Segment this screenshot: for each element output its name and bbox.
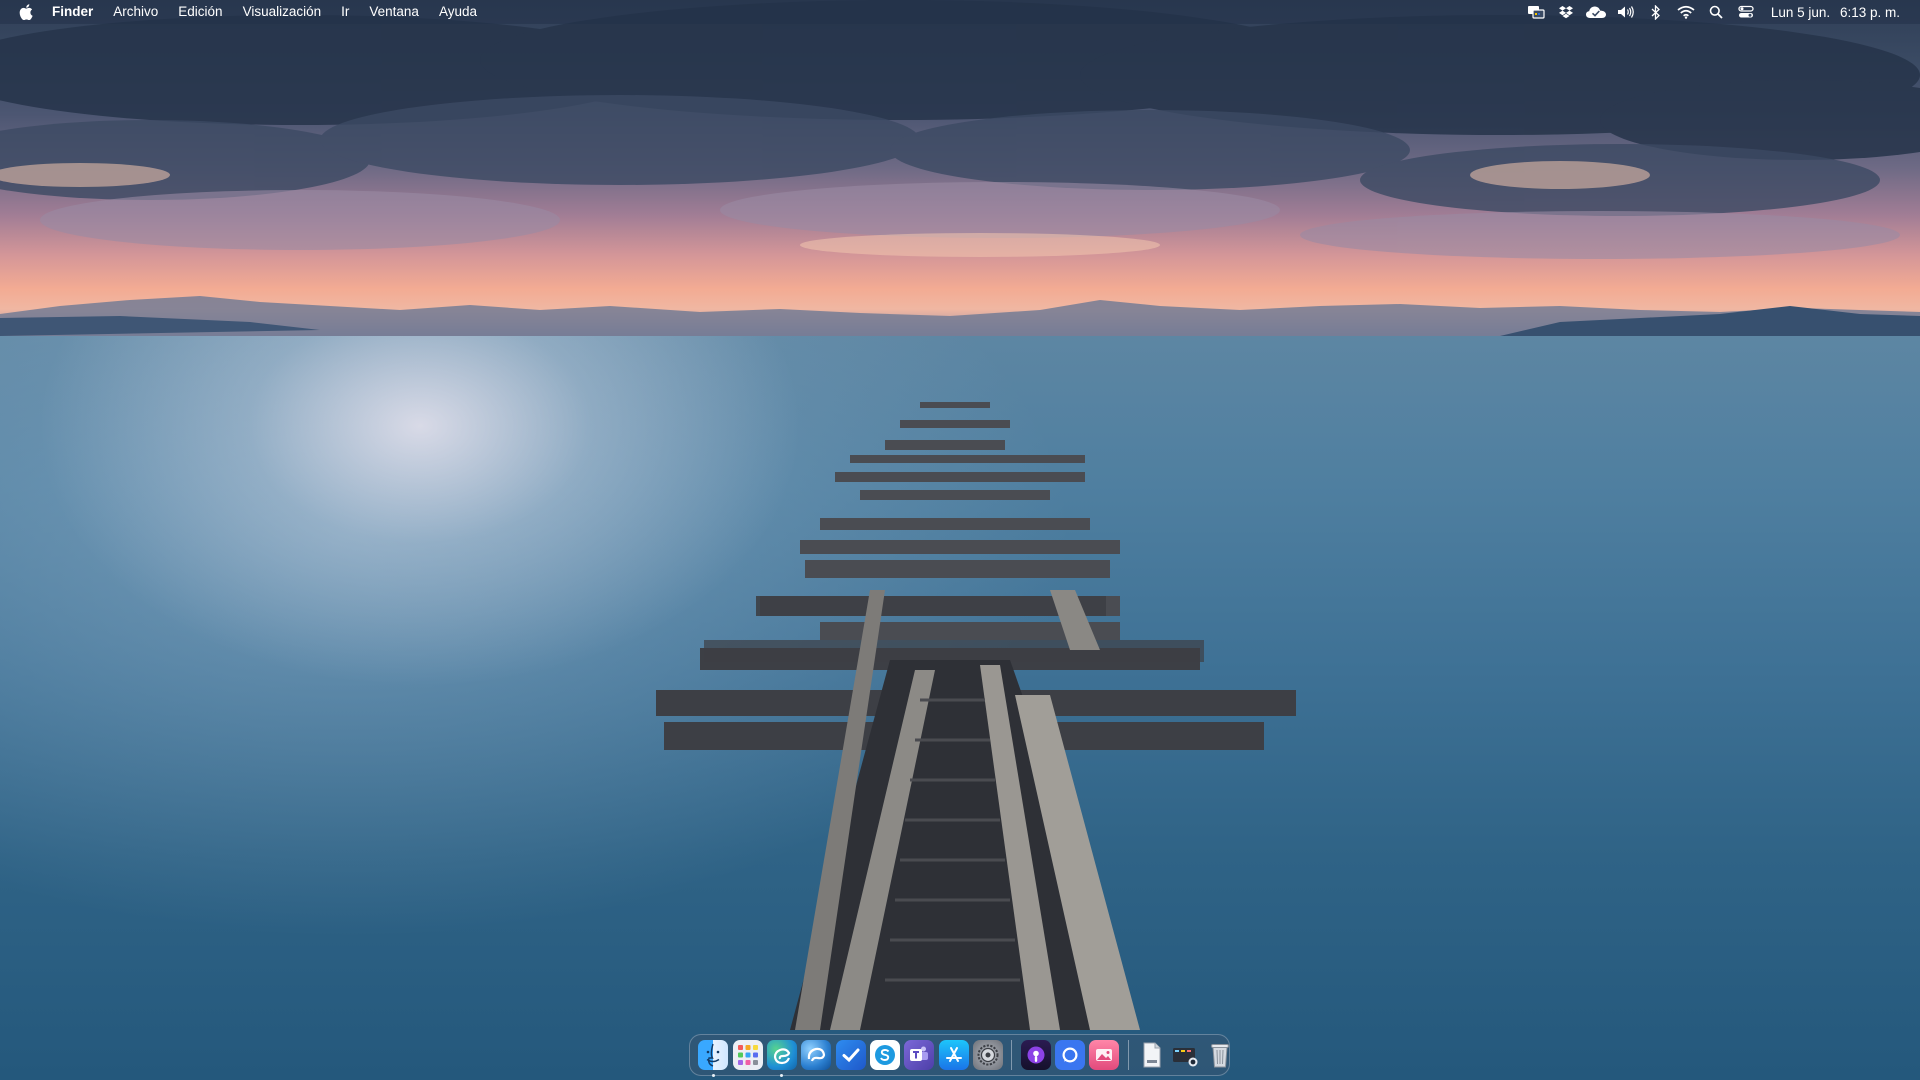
screen-folder-icon — [1173, 1048, 1198, 1067]
menu-bar-status-area: Lun 5 jun. 6:13 p. m. — [1521, 0, 1906, 24]
menu-bar: Finder Archivo Edición Visualización Ir … — [0, 0, 1920, 24]
dock-app-edge-beta[interactable] — [801, 1040, 832, 1070]
dock-separator — [1127, 1040, 1129, 1070]
menu-bar-left: Finder Archivo Edición Visualización Ir … — [18, 0, 487, 24]
menu-bar-clock[interactable]: Lun 5 jun. 6:13 p. m. — [1761, 5, 1906, 20]
app-store-icon — [945, 1047, 962, 1062]
bluetooth-icon[interactable] — [1641, 0, 1671, 24]
clock-date: Lun 5 jun. — [1770, 4, 1831, 20]
menu-ir[interactable]: Ir — [331, 0, 359, 24]
dock-app-system-preferences[interactable] — [973, 1040, 1004, 1070]
keyboard-input-icon[interactable] — [1521, 0, 1551, 24]
photo-icon — [1096, 1049, 1113, 1061]
dock-app-podcasts[interactable] — [1020, 1040, 1051, 1070]
dock-item-documents[interactable] — [1137, 1040, 1167, 1070]
desktop[interactable]: Finder Archivo Edición Visualización Ir … — [0, 0, 1920, 1080]
trash-icon — [1211, 1044, 1230, 1068]
icloud-icon[interactable] — [1581, 0, 1611, 24]
desktop-wallpaper — [0, 0, 1920, 1080]
dock-app-launchpad[interactable] — [732, 1040, 763, 1070]
dock-app-app-store[interactable] — [938, 1040, 969, 1070]
chat-bubble-icon — [1062, 1047, 1078, 1063]
dock — [689, 1034, 1230, 1077]
dock-item-screen-folder[interactable] — [1171, 1040, 1201, 1070]
menu-ventana[interactable]: Ventana — [359, 0, 429, 24]
volume-icon[interactable] — [1611, 0, 1641, 24]
dock-item-trash[interactable] — [1205, 1040, 1235, 1070]
dock-app-tasks[interactable] — [835, 1040, 866, 1070]
document-icon — [1143, 1042, 1161, 1068]
gear-icon — [977, 1044, 999, 1066]
dock-app-skype[interactable] — [870, 1040, 901, 1070]
checkmark-icon — [842, 1048, 860, 1063]
control-center-icon[interactable] — [1731, 0, 1761, 24]
finder-icon — [706, 1043, 720, 1067]
dock-separator — [1011, 1040, 1013, 1070]
dock-app-teams[interactable] — [904, 1040, 935, 1070]
dock-app-photos-app[interactable] — [1089, 1040, 1120, 1070]
skype-icon — [875, 1045, 896, 1065]
edge-icon — [773, 1048, 791, 1065]
spotlight-search-icon[interactable] — [1701, 0, 1731, 24]
menu-visualizacion[interactable]: Visualización — [233, 0, 332, 24]
running-indicator — [711, 1074, 715, 1077]
menu-app-finder[interactable]: Finder — [42, 0, 103, 24]
wallpaper-pier — [656, 402, 1296, 1030]
teams-icon — [910, 1046, 929, 1061]
edge-beta-icon — [808, 1047, 826, 1062]
dock-app-edge[interactable] — [766, 1040, 797, 1077]
apple-logo-icon[interactable] — [18, 3, 34, 21]
podcasts-icon — [1027, 1046, 1045, 1064]
launchpad-icon — [737, 1045, 758, 1065]
dock-app-finder[interactable] — [698, 1040, 729, 1077]
clock-time: 6:13 p. m. — [1839, 4, 1900, 20]
wifi-icon[interactable] — [1671, 0, 1701, 24]
dropbox-icon[interactable] — [1551, 0, 1581, 24]
menu-ayuda[interactable]: Ayuda — [429, 0, 487, 24]
menu-edicion[interactable]: Edición — [168, 0, 232, 24]
dock-app-signal[interactable] — [1054, 1040, 1085, 1070]
menu-archivo[interactable]: Archivo — [103, 0, 168, 24]
